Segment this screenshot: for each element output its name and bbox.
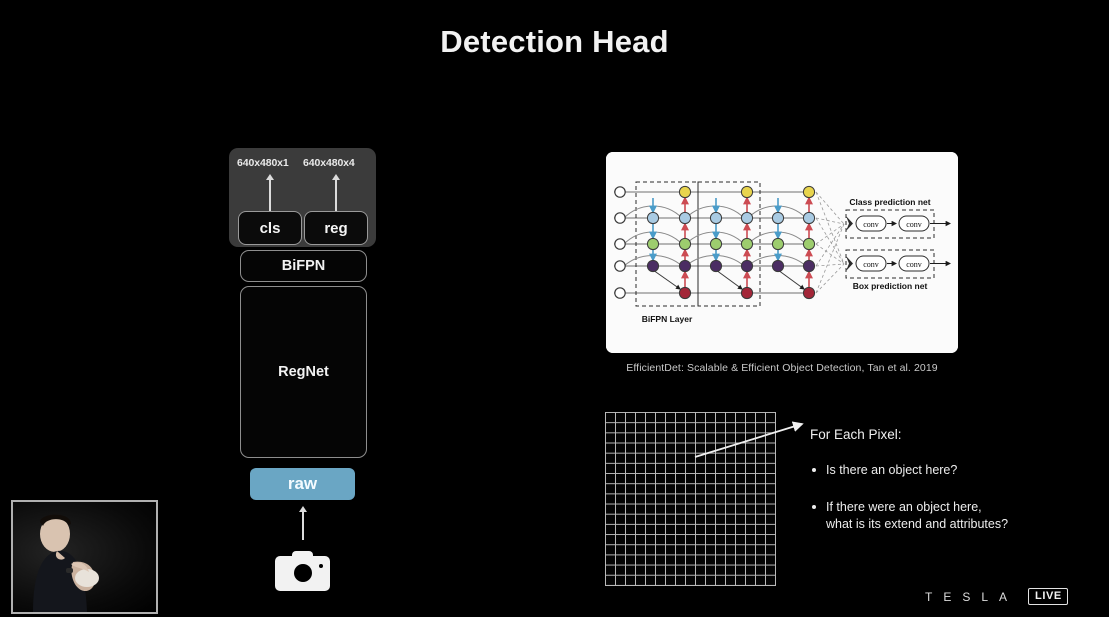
figure-caption: EfficientDet: Scalable & Efficient Objec…	[626, 362, 938, 374]
cls-up-arrow-icon	[264, 174, 275, 212]
regnet-backbone-block[interactable]: RegNet	[240, 286, 367, 458]
detection-head-panel: 640x480x1 640x480x4 cls reg	[229, 148, 376, 247]
cls-output-dim-label: 640x480x1	[237, 157, 289, 169]
pixel-question-list: For Each Pixel: Is there an object here?…	[810, 427, 1100, 533]
camera-icon	[275, 546, 330, 591]
bifpn-block[interactable]: BiFPN	[240, 250, 367, 282]
reg-output-dim-label: 640x480x4	[303, 157, 355, 169]
grid-pointer-arrow-icon	[694, 421, 804, 458]
efficientdet-svg: conv conv conv conv Class prediction net…	[606, 152, 958, 353]
class-prediction-net-label: Class prediction net	[849, 197, 930, 207]
svg-text:conv: conv	[906, 260, 922, 269]
pixel-bullet-1: Is there an object here?	[810, 462, 1100, 479]
live-badge: LIVE	[1028, 588, 1068, 605]
brand-bar: TESLA LIVE	[925, 588, 1068, 605]
pixel-bullet-2: If there were an object here, what is it…	[810, 499, 1100, 533]
reg-up-arrow-icon	[330, 174, 341, 212]
box-prediction-net-label: Box prediction net	[853, 281, 928, 291]
raw-input-block[interactable]: raw	[250, 468, 355, 500]
cls-head-box[interactable]: cls	[238, 211, 302, 245]
raw-up-arrow-icon	[297, 506, 308, 540]
pixel-list-heading: For Each Pixel:	[810, 427, 902, 442]
speaker-video-thumbnail[interactable]	[11, 500, 158, 614]
svg-text:conv: conv	[863, 260, 879, 269]
page-title: Detection Head	[440, 24, 669, 59]
tesla-wordmark: TESLA	[925, 589, 1019, 604]
svg-text:conv: conv	[863, 220, 879, 229]
bifpn-layer-label: BiFPN Layer	[642, 314, 693, 324]
efficientdet-figure: conv conv conv conv Class prediction net…	[606, 152, 958, 353]
reg-head-box[interactable]: reg	[304, 211, 368, 245]
slide-stage: Detection Head 640x480x1 640x480x4 cls r…	[0, 0, 1109, 617]
svg-text:conv: conv	[906, 220, 922, 229]
speaker-silhouette	[33, 513, 99, 612]
network-stack-diagram: 640x480x1 640x480x4 cls reg BiFPN RegNet…	[229, 148, 376, 591]
